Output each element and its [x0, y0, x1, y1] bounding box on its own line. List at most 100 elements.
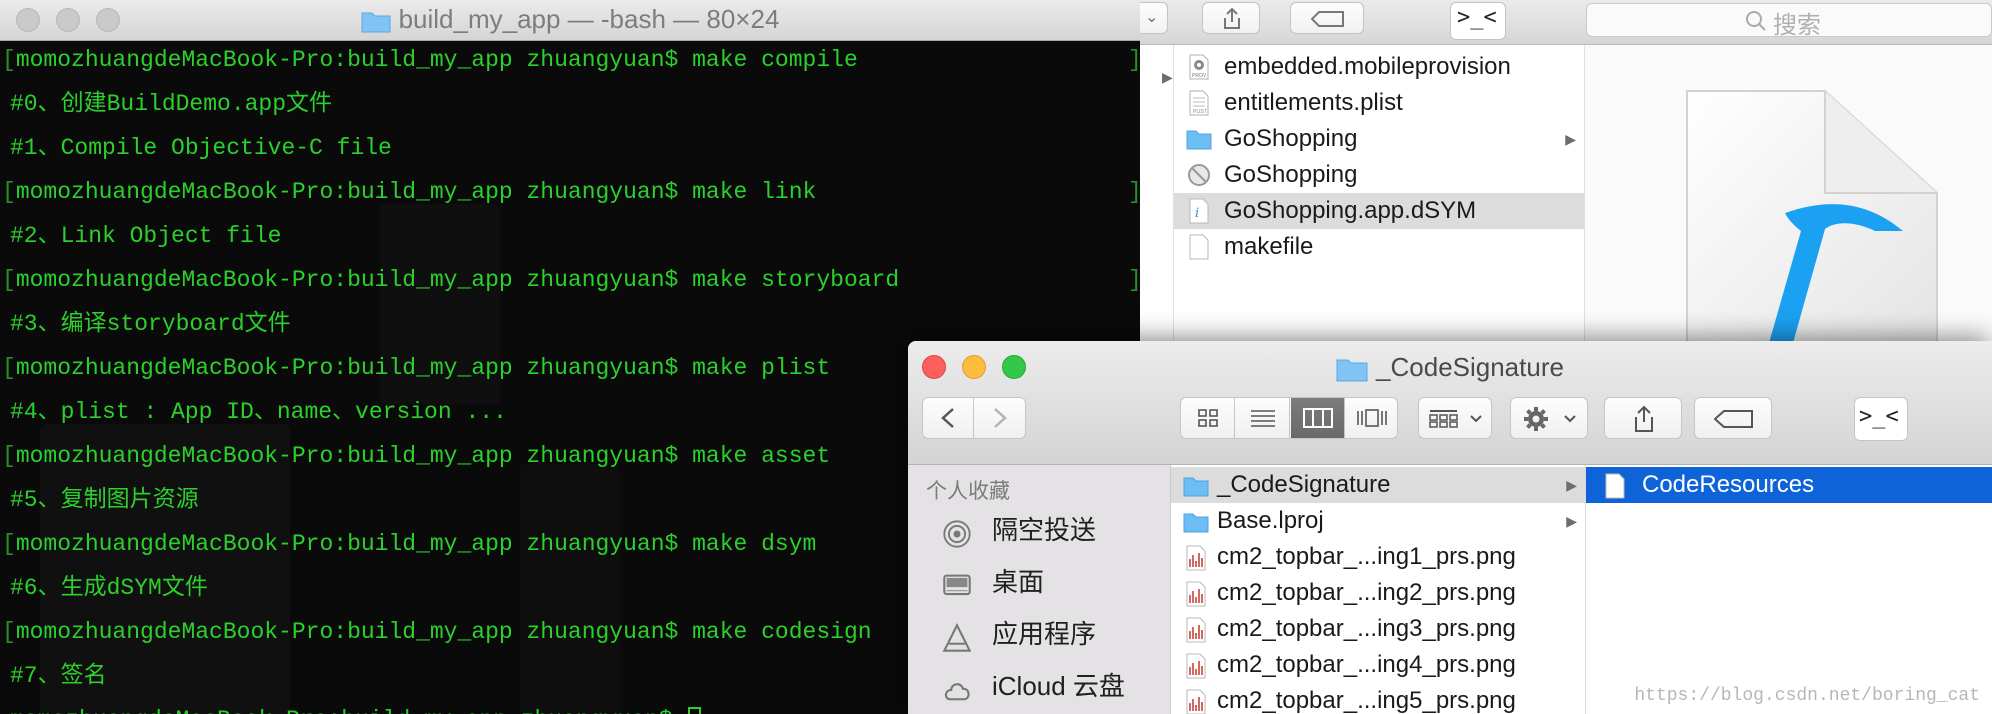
- file-name: _CodeSignature: [1217, 471, 1391, 498]
- tag-button[interactable]: [1694, 397, 1772, 439]
- icloud-icon: [944, 683, 970, 701]
- chevron-left-icon: [941, 408, 954, 428]
- back-button[interactable]: [923, 398, 974, 438]
- terminal-command-line: [momozhuangdeMacBook-Pro:build_my_app zh…: [2, 618, 872, 646]
- airdrop-icon: [943, 520, 971, 548]
- sidebar-item-icon-wrap: [940, 619, 980, 652]
- sidebar-item-icon-wrap: [940, 671, 980, 701]
- finder-toolbar: _CodeSignature >_<: [908, 341, 1992, 465]
- open-terminal-button[interactable]: >_<: [1854, 397, 1908, 441]
- dsym-file-icon: i: [1189, 198, 1209, 224]
- file-name: embedded.mobileprovision: [1224, 53, 1511, 80]
- file-name: entitlements.plist: [1224, 89, 1403, 116]
- terminal-line-text: #4、plist : App ID、name、version ...: [10, 399, 507, 425]
- app-prohibited-icon: [1188, 164, 1210, 186]
- folder-icon: [1183, 477, 1209, 497]
- terminal-command-line: [momozhuangdeMacBook-Pro:build_my_app zh…: [2, 46, 858, 74]
- terminal-line-text: #3、编译storyboard文件: [10, 311, 291, 337]
- file-row[interactable]: cm2_topbar_...ing2_prs.png: [1171, 575, 1585, 611]
- cover-flow-icon: [1357, 409, 1387, 427]
- folder-icon: [361, 12, 391, 33]
- file-row-icon-wrap: [1186, 126, 1212, 152]
- file-row-icon-wrap: [1183, 509, 1209, 533]
- file-row[interactable]: PLIST entitlements.plist: [1174, 85, 1584, 121]
- file-row-icon-wrap: [1183, 653, 1209, 679]
- column-view-button[interactable]: [1291, 398, 1345, 438]
- file-row[interactable]: cm2_topbar_...ing4_prs.png: [1171, 647, 1585, 683]
- png-file-icon: [1186, 581, 1206, 607]
- finder-window: _CodeSignature >_< 个人收藏 隔空投送 桌面 应用程序 iCl…: [908, 341, 1992, 714]
- file-row[interactable]: CodeResources: [1586, 467, 1992, 503]
- png-file-icon: [1186, 653, 1206, 679]
- chevron-down-icon: [1470, 415, 1482, 423]
- file-name: cm2_topbar_...ing1_prs.png: [1217, 543, 1516, 570]
- background-finder-window: ⌄ >_< 搜索 ▶ PROV embedded.mobileprovision P…: [1140, 0, 1992, 345]
- file-row[interactable]: GoShopping ▶: [1174, 121, 1584, 157]
- terminal-line-bracket: [: [2, 443, 16, 469]
- share-button[interactable]: [1202, 2, 1260, 34]
- disclosure-arrow-icon[interactable]: ▶: [1162, 69, 1173, 86]
- sidebar-item[interactable]: 应用程序: [908, 609, 1170, 659]
- file-row[interactable]: cm2_topbar_...ing3_prs.png: [1171, 611, 1585, 647]
- svg-text:PLIST: PLIST: [1193, 109, 1207, 115]
- terminal-title: build_my_app — -bash — 80×24: [0, 0, 1140, 40]
- tag-button[interactable]: [1290, 2, 1364, 34]
- terminal-line-text: #6、生成dSYM文件: [10, 575, 208, 601]
- file-row[interactable]: PROV embedded.mobileprovision: [1174, 49, 1584, 85]
- preview-pane: [1585, 45, 1992, 345]
- file-row-icon-wrap: [1183, 617, 1209, 643]
- applications-icon: [942, 622, 972, 652]
- file-row[interactable]: makefile: [1174, 229, 1584, 265]
- file-row-icon-wrap: PLIST: [1186, 90, 1210, 116]
- file-row[interactable]: cm2_topbar_...ing1_prs.png: [1171, 539, 1585, 575]
- arrange-button[interactable]: ⌄: [1140, 2, 1168, 34]
- terminal-command-line: [momozhuangdeMacBook-Pro:build_my_app zh…: [2, 178, 816, 206]
- view-mode-control: [1180, 397, 1398, 439]
- finder-column-3: CodeResources: [1586, 465, 1992, 714]
- file-row[interactable]: cm2_topbar_...ing5_prs.png: [1171, 683, 1585, 714]
- terminal-line-text: momozhuangdeMacBook-Pro:build_my_app zhu…: [15, 531, 817, 557]
- sidebar-item[interactable]: iCloud 云盘: [908, 661, 1170, 711]
- file-row[interactable]: Base.lproj ▶: [1171, 503, 1585, 539]
- terminal-line-text: #5、复制图片资源: [10, 487, 199, 513]
- terminal-output-line: #0、创建BuildDemo.app文件: [10, 90, 332, 118]
- sidebar-item[interactable]: 隔空投送: [908, 505, 1170, 555]
- arrange-button[interactable]: [1418, 397, 1492, 439]
- cover-flow-button[interactable]: [1346, 398, 1398, 438]
- file-row[interactable]: i GoShopping.app.dSYM: [1174, 193, 1584, 229]
- file-row[interactable]: _CodeSignature ▶: [1171, 467, 1585, 503]
- file-row[interactable]: GoShopping: [1174, 157, 1584, 193]
- blank-file-icon: [1189, 234, 1209, 260]
- png-file-icon: [1186, 689, 1206, 714]
- sidebar-item[interactable]: 桌面: [908, 557, 1170, 607]
- terminal-line-bracket: [: [2, 179, 16, 205]
- terminal-line-end-bracket: ]: [1128, 178, 1140, 206]
- finder-column-1: ▶: [1140, 45, 1174, 345]
- svg-text:i: i: [1195, 206, 1199, 221]
- terminal-line-bracket: [: [2, 355, 16, 381]
- sidebar-item-icon-wrap: [940, 567, 980, 597]
- terminal-line-text: momozhuangdeMacBook-Pro:build_my_app zhu…: [15, 443, 831, 469]
- action-menu-button[interactable]: [1510, 397, 1588, 439]
- open-terminal-button[interactable]: >_<: [1450, 2, 1506, 40]
- desktop-icon: [943, 574, 971, 596]
- share-button[interactable]: [1604, 397, 1682, 439]
- folder-icon: [1336, 359, 1368, 382]
- blurred-background: [520, 464, 620, 714]
- sidebar-section-favorites: 个人收藏: [926, 480, 1010, 503]
- terminal-output-line: #7、签名: [10, 662, 107, 690]
- sidebar-item-label: 应用程序: [992, 619, 1097, 649]
- list-view-button[interactable]: [1236, 398, 1290, 438]
- forward-button[interactable]: [975, 398, 1026, 438]
- icon-view-button[interactable]: [1181, 398, 1235, 438]
- svg-text:PROV: PROV: [1192, 73, 1207, 79]
- disclosure-arrow-icon: ▶: [1565, 131, 1576, 147]
- terminal-icon: >_<: [1859, 404, 1899, 429]
- search-field[interactable]: 搜索: [1586, 3, 1992, 39]
- terminal-title-text: build_my_app — -bash — 80×24: [398, 4, 780, 34]
- xcode-document-icon: [1686, 90, 1938, 345]
- terminal-line-bracket: [: [2, 267, 16, 293]
- file-row-icon-wrap: [1183, 581, 1209, 607]
- terminal-output-line: #5、复制图片资源: [10, 486, 199, 514]
- sidebar-item-label: 隔空投送: [992, 515, 1097, 545]
